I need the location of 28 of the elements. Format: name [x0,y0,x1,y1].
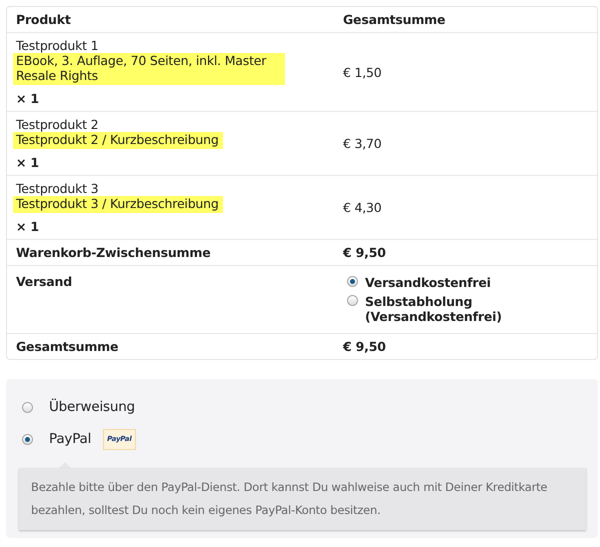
line-total: € 3,70 [334,111,597,175]
radio-button[interactable] [22,402,33,413]
product-description: Testprodukt 2 / Kurzbeschreibung [13,132,223,149]
column-header: Produkt [15,11,72,29]
shipping-option[interactable]: Selbstabholung (Versandkostenfrei) [347,294,588,324]
radio-button[interactable] [347,295,358,306]
summary-label: Warenkorb-Zwischensumme [7,239,334,265]
summary-value: € 9,50 [334,333,597,359]
summary-label: Gesamtsumme [7,333,334,359]
product-name: Testprodukt 2 [16,117,100,132]
product-description: Testprodukt 3 / Kurzbeschreibung [13,196,223,213]
line-total: € 4,30 [334,175,597,239]
radio-button[interactable] [22,434,33,445]
column-header: Gesamtsumme [342,11,446,29]
payment-description: Bezahle bitte über den PayPal-Dienst. Dort kannst Du wahlweise auch mit Deiner Kreditkarte bezahlen, solltest Du noch kein eigenes PayPal-Konto besitzen. [19,468,586,530]
product-name: Testprodukt 1 [16,38,100,53]
quantity: × 1 [16,155,40,170]
quantity: × 1 [16,91,40,106]
product-description: EBook, 3. Auflage, 70 Seiten, inkl. Master Resale Rights [13,53,285,85]
radio-button[interactable] [347,276,358,287]
payment-method-label[interactable]: PayPal [49,429,92,450]
line-total: € 1,50 [334,32,597,111]
shipping-option[interactable]: Versandkostenfrei [347,275,588,290]
product-name: Testprodukt 3 [16,181,100,196]
payment-method-label[interactable]: Überweisung [49,397,135,418]
summary-value: € 9,50 [334,239,597,265]
quantity: × 1 [16,219,40,234]
summary-label: Versand [7,265,334,333]
